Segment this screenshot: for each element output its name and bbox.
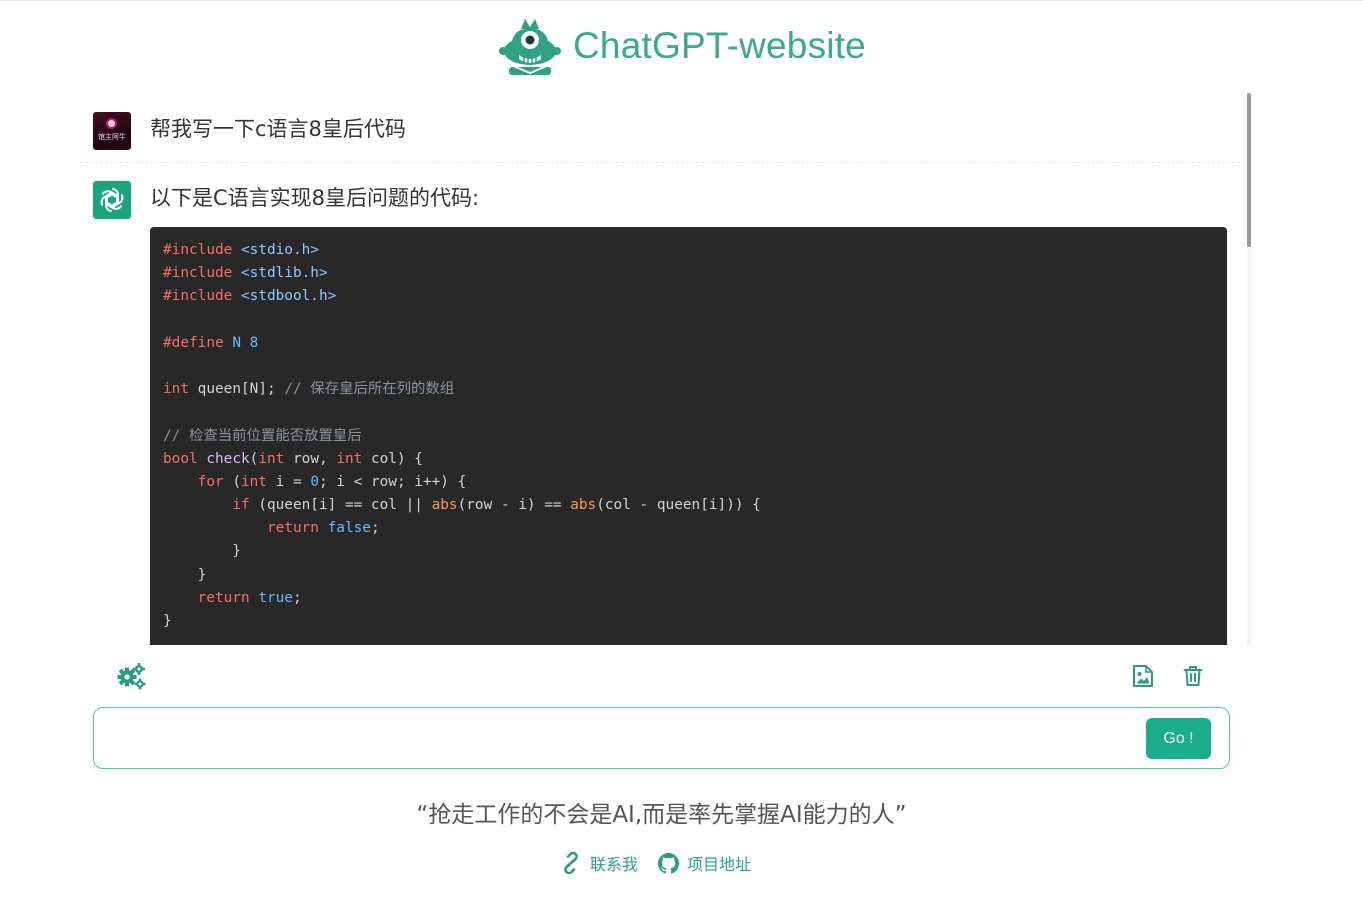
code-token: (col - queen[i])) { <box>596 497 761 514</box>
site-title: ChatGPT-website <box>573 25 866 66</box>
code-token: } <box>163 613 172 629</box>
code-token: #include <box>163 242 241 258</box>
code-line: for (int i = 0; i < row; i++) { <box>163 471 1227 494</box>
user-message-text: 帮我写一下c语言8皇后代码 <box>150 117 406 141</box>
repo-link[interactable]: 项目地址 <box>658 851 751 875</box>
scrollbar-thumb[interactable] <box>1247 93 1251 247</box>
github-icon <box>658 852 679 873</box>
code-token: queen[N]; <box>189 381 285 398</box>
message-input-box: Go ! <box>93 707 1230 769</box>
code-token: if <box>232 497 250 514</box>
code-block[interactable]: #include <stdio.h> #include <stdlib.h> #in… <box>150 227 1227 645</box>
code-token: #include <box>163 265 241 282</box>
trash-icon[interactable] <box>1182 663 1204 689</box>
user-message: 馆主阿牛 帮我写一下c语言8皇后代码 <box>80 93 1240 163</box>
mascot-logo-icon <box>499 19 562 75</box>
code-line: // 检查当前位置能否放置皇后 <box>163 425 1227 448</box>
code-token: // 检查当前位置能否放置皇后 <box>163 427 362 444</box>
openai-logo-icon <box>93 181 131 219</box>
user-avatar-label: 馆主阿牛 <box>98 133 126 141</box>
code-token: <stdbool.h> <box>240 288 337 305</box>
code-token: #define <box>163 334 233 351</box>
message-input[interactable] <box>108 720 1132 758</box>
code-token: abs <box>431 497 458 514</box>
code-token: ; <box>370 520 380 537</box>
code-line: return true; <box>163 587 1227 610</box>
code-token: } <box>163 566 207 583</box>
code-line: #include <stdlib.h> <box>163 262 1227 285</box>
code-token: (queen[i] == col || <box>249 497 432 514</box>
code-token: abs <box>570 497 597 514</box>
code-token: true <box>258 589 293 606</box>
code-token: return <box>266 520 328 537</box>
user-avatar: 馆主阿牛 <box>93 112 131 150</box>
image-icon[interactable] <box>1131 663 1155 689</box>
code-token: int <box>336 450 363 467</box>
gears-icon[interactable] <box>115 661 147 691</box>
code-token: i = <box>266 473 311 490</box>
code-line: } <box>163 564 1227 587</box>
code-token: false <box>327 520 371 537</box>
code-token: (row - i) == <box>457 497 571 514</box>
code-line: bool check(int row, int col) { <box>163 448 1227 471</box>
code-token: N 8 <box>232 334 259 351</box>
code-line: if (queen[i] == col || abs(row - i) == a… <box>163 494 1227 517</box>
code-token: int <box>163 381 189 398</box>
code-token: for <box>197 473 224 490</box>
code-token: <stdio.h> <box>240 242 319 258</box>
code-token: <stdlib.h> <box>240 265 328 282</box>
code-line: #include <stdio.h> <box>163 239 1227 262</box>
contact-link[interactable]: 联系我 <box>560 851 638 875</box>
code-token: row, <box>284 450 337 467</box>
repo-label: 项目地址 <box>687 855 752 874</box>
slogan-quote: “抢走工作的不会是AI,而是率先掌握AI能力的人” <box>416 802 907 828</box>
code-token: int <box>258 450 285 467</box>
contact-label: 联系我 <box>589 855 638 874</box>
code-token: ; i < row; i++) { <box>318 473 467 490</box>
footer: 联系我 项目地址 <box>0 851 1311 875</box>
code-token: 0 <box>310 473 319 490</box>
send-button[interactable]: Go ! <box>1146 718 1211 759</box>
site-header: ChatGPT-website <box>0 15 1363 77</box>
code-token: } <box>163 543 241 560</box>
chat-window[interactable]: 馆主阿牛 帮我写一下c语言8皇后代码 以下是C语言实现8皇后问题的代码: #in… <box>80 93 1252 645</box>
chat-scrollbar[interactable] <box>1247 93 1251 645</box>
code-token: check <box>206 450 250 467</box>
code-line: } <box>163 540 1227 563</box>
code-token: int <box>240 473 267 490</box>
code-line: int queen[N]; // 保存皇后所在列的数组 <box>163 378 1227 401</box>
assistant-message-text: 以下是C语言实现8皇后问题的代码: <box>150 186 480 210</box>
code-token: return <box>197 589 259 606</box>
code-token: ( <box>223 473 241 490</box>
code-line: return false; <box>163 517 1227 540</box>
code-line: #include <stdbool.h> <box>163 285 1227 308</box>
link-icon <box>564 852 578 874</box>
code-token: ; <box>292 589 302 606</box>
code-token: bool <box>163 450 207 467</box>
code-line: } <box>163 610 1227 633</box>
code-line: #define N 8 <box>163 332 1227 355</box>
code-token: col) { <box>362 450 423 467</box>
code-token: // 保存皇后所在列的数组 <box>284 381 455 398</box>
code-token: #include <box>163 288 241 305</box>
